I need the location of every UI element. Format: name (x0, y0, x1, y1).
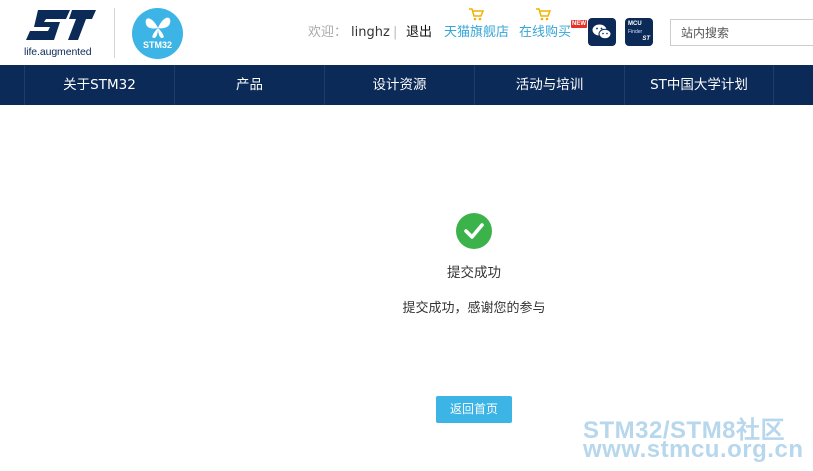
site-header: life.augmented STM32 欢迎： linghz | 退出 天猫旗… (0, 0, 813, 65)
nav-item-events-training[interactable]: 活动与培训 (474, 65, 624, 105)
st-logo[interactable]: life.augmented (24, 8, 100, 60)
username-link[interactable]: linghz (351, 24, 390, 42)
tmall-store-link[interactable]: 天猫旗舰店 (444, 24, 509, 42)
online-buy-link[interactable]: 在线购买 (519, 24, 571, 42)
watermark-line2: www.stmcu.org.cn (583, 436, 804, 463)
return-home-button[interactable]: 返回首页 (436, 396, 512, 423)
status-title: 提交成功 (447, 265, 501, 281)
wechat-icon[interactable] (588, 18, 616, 46)
mcu-finder-icon[interactable]: MCU Finder ST (625, 18, 653, 46)
st-tagline: life.augmented (24, 46, 92, 58)
stm32-logo[interactable]: STM32 (132, 8, 183, 59)
nav-item-university-program[interactable]: ST中国大学计划 (624, 65, 774, 105)
search-input[interactable] (670, 19, 813, 46)
topbar-separator: | (393, 25, 398, 40)
welcome-label: 欢迎： (308, 25, 348, 40)
st-logo-icon (26, 10, 96, 40)
cart-icon (469, 8, 484, 21)
new-badge: NEW (571, 20, 587, 28)
logout-link[interactable]: 退出 (406, 24, 432, 42)
status-message: 提交成功，感谢您的参与 (402, 301, 546, 316)
logo-divider (114, 8, 115, 58)
butterfly-icon (145, 17, 171, 38)
nav-item-products[interactable]: 产品 (174, 65, 324, 105)
nav-item-about-stm32[interactable]: 关于STM32 (24, 65, 174, 105)
success-check-icon (456, 213, 492, 249)
cart-icon (536, 8, 551, 21)
stm32-logo-text: STM32 (142, 40, 172, 50)
nav-item-design-resources[interactable]: 设计资源 (324, 65, 474, 105)
main-nav: 关于STM32 产品 设计资源 活动与培训 ST中国大学计划 (0, 65, 813, 105)
